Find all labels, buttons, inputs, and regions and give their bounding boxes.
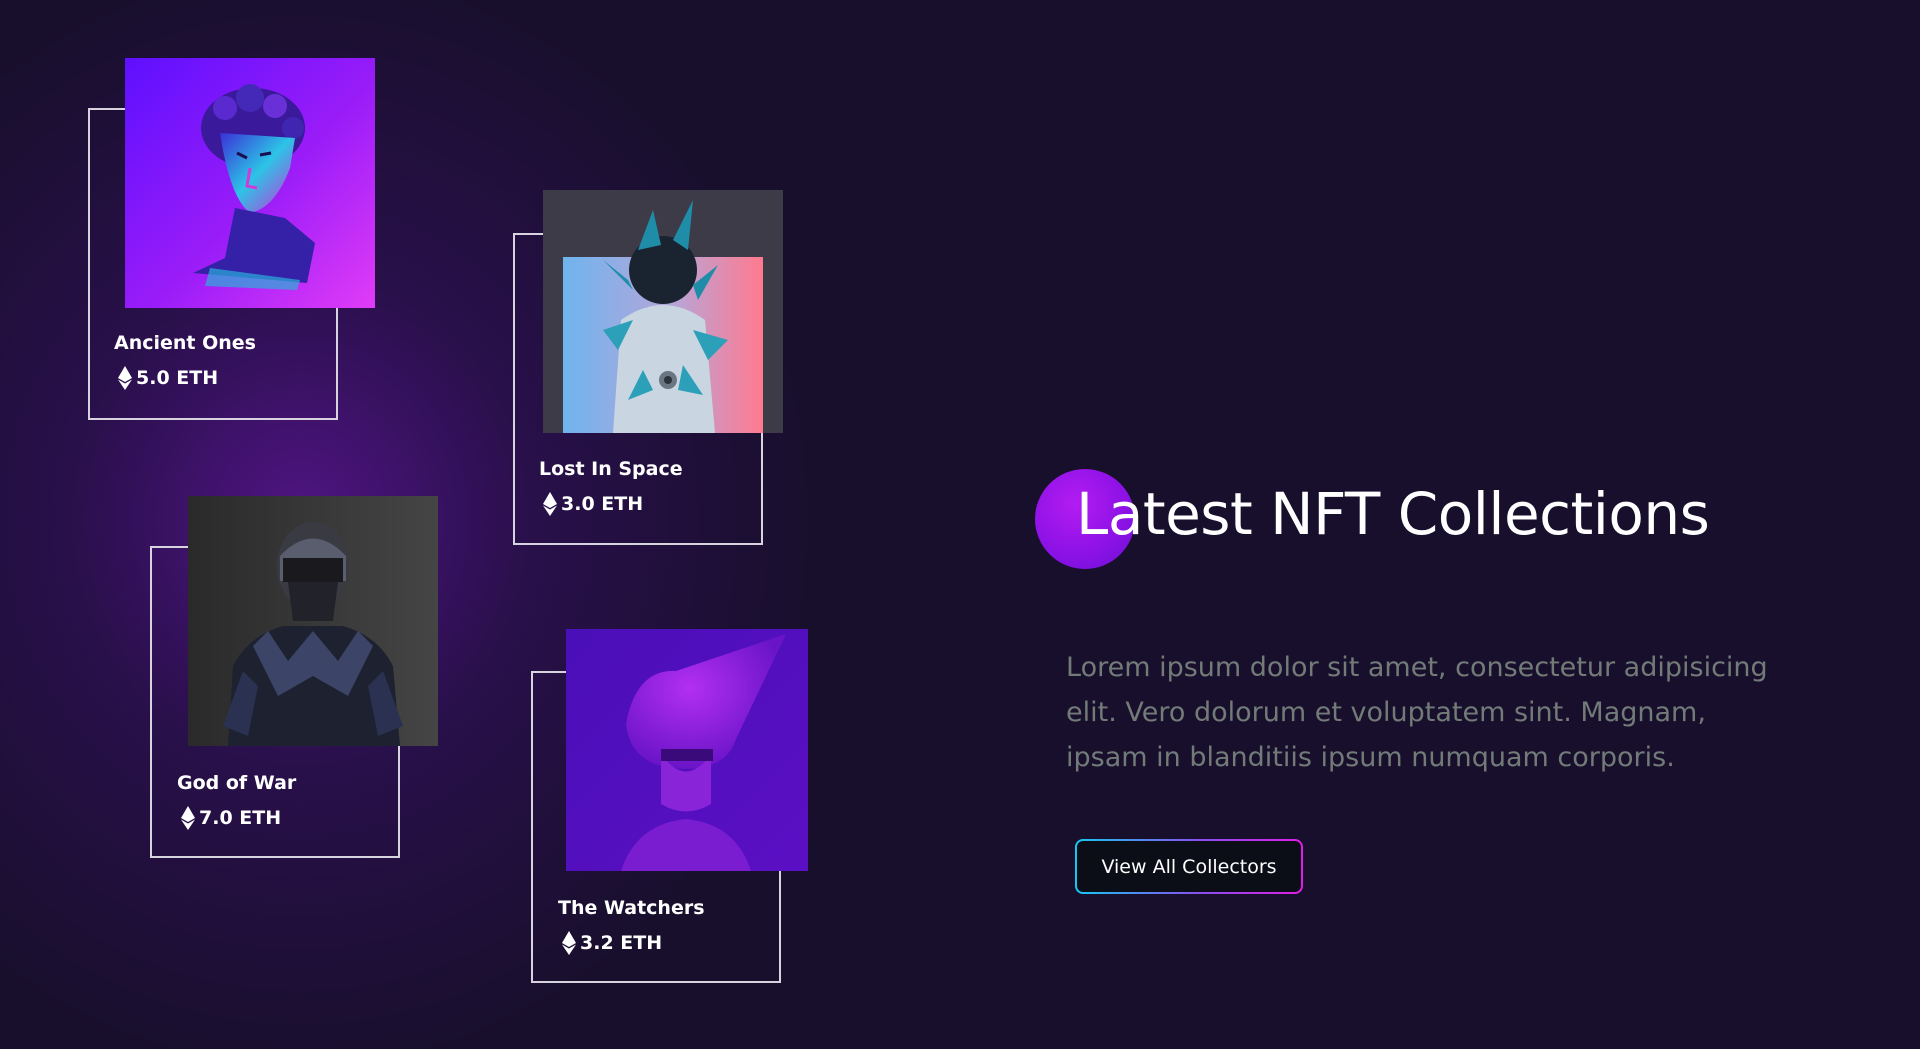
view-all-collectors-label: View All Collectors [1077, 841, 1301, 892]
nft-name: Lost In Space [539, 458, 683, 480]
nft-price: 3.2 ETH [562, 931, 662, 955]
ethereum-icon [118, 366, 132, 390]
nft-price: 7.0 ETH [181, 806, 281, 830]
nft-image-lost-in-space[interactable] [543, 190, 783, 433]
nft-card-god-of-war[interactable]: God of War 7.0 ETH [150, 496, 440, 860]
nft-card-the-watchers[interactable]: The Watchers 3.2 ETH [531, 629, 811, 985]
nft-price-value: 3.0 ETH [561, 493, 644, 515]
nft-image-ancient-ones[interactable] [125, 58, 375, 308]
nft-price: 5.0 ETH [118, 366, 218, 390]
nft-name: Ancient Ones [114, 332, 256, 354]
nft-price-value: 3.2 ETH [580, 932, 663, 954]
nft-image-the-watchers[interactable] [566, 629, 808, 871]
nft-name: The Watchers [558, 897, 705, 919]
nft-page: Ancient Ones 5.0 ETH Lost In Space 3.0 E… [0, 0, 1920, 1049]
page-title: Latest NFT Collections [1076, 480, 1710, 548]
nft-name: God of War [177, 772, 297, 794]
view-all-collectors-button[interactable]: View All Collectors [1075, 839, 1303, 894]
ethereum-icon [181, 806, 195, 830]
nft-image-god-of-war[interactable] [188, 496, 438, 746]
nft-card-ancient-ones[interactable]: Ancient Ones 5.0 ETH [88, 58, 375, 422]
hero-description: Lorem ipsum dolor sit amet, consectetur … [1066, 652, 1768, 773]
nft-price-value: 7.0 ETH [199, 807, 282, 829]
nft-price: 3.0 ETH [543, 492, 643, 516]
nft-card-lost-in-space[interactable]: Lost In Space 3.0 ETH [513, 190, 783, 548]
nft-price-value: 5.0 ETH [136, 367, 219, 389]
ethereum-icon [543, 492, 557, 516]
ethereum-icon [562, 931, 576, 955]
